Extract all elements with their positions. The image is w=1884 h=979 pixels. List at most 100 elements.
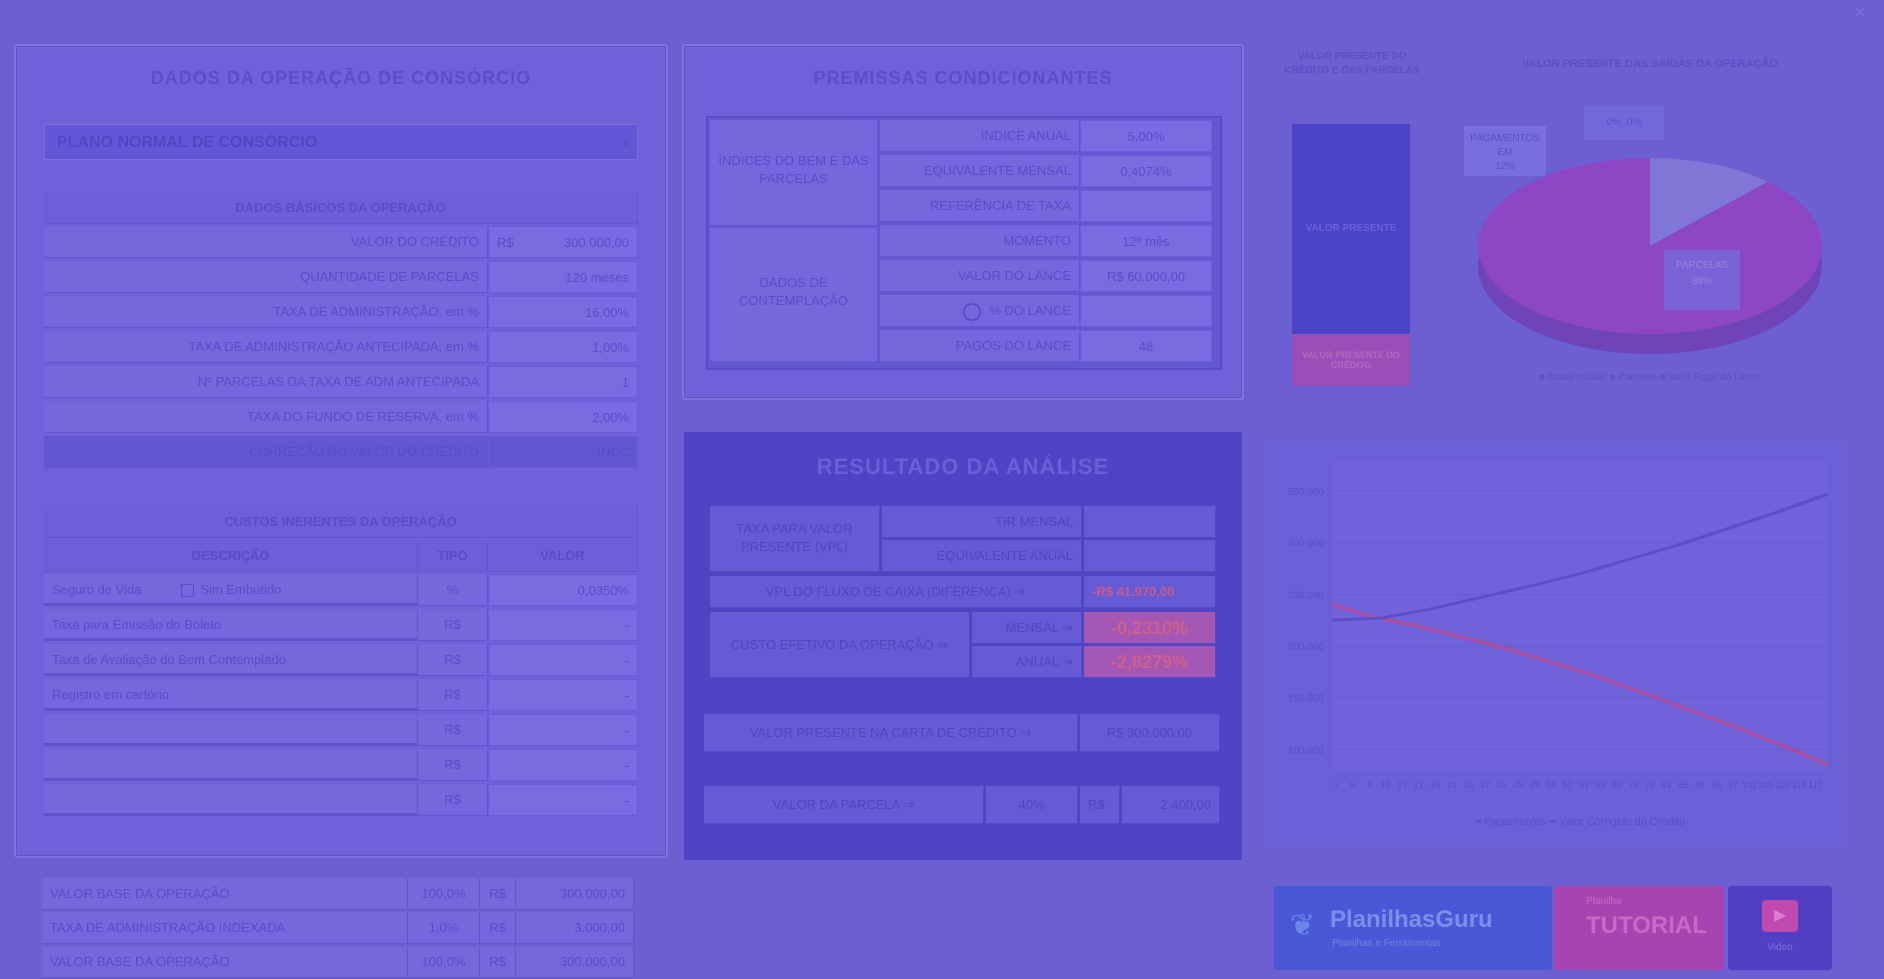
cost-row-desc[interactable] bbox=[44, 714, 418, 746]
basic-row-number: 300.000,00 bbox=[563, 235, 629, 250]
parcela-cur: R$ bbox=[1080, 786, 1120, 824]
basic-row-value[interactable]: 16,00% bbox=[488, 296, 638, 328]
plan-select[interactable]: PLANO NORMAL DE CONSÓRCIO ▾ bbox=[44, 124, 638, 160]
premissa-label-text: PAGOS DO LANCE bbox=[955, 338, 1071, 353]
premissa-label: % DO LANCE bbox=[880, 295, 1080, 327]
cost-desc-text: Registro em cartório bbox=[52, 687, 170, 702]
x-tick-label: 81 bbox=[1662, 780, 1672, 790]
basic-row-number: INCC bbox=[597, 445, 629, 460]
pie-label-small: PAGAMENTOS EM 12% bbox=[1464, 126, 1546, 176]
cost-row-desc[interactable]: Taxa para Emissão do Boleto bbox=[44, 609, 418, 641]
result-title: RESULTADO DA ANÁLISE bbox=[816, 454, 1110, 479]
basic-row-value[interactable]: R$ 300.000,00 bbox=[488, 226, 638, 258]
footer-row-value: 300.000,00 bbox=[516, 946, 634, 978]
bar-chart-title: VALOR PRESENTE DO CRÉDITO E DAS PARCELAS bbox=[1284, 51, 1420, 76]
cost-row-tipo[interactable]: R$ bbox=[418, 784, 488, 816]
parcela-pct: 40% bbox=[986, 786, 1078, 824]
ad-planilhas-guru[interactable]: ❦ PlanilhasGuru Planilhas e Ferramentas bbox=[1274, 886, 1552, 970]
premissa-value[interactable] bbox=[1080, 190, 1212, 222]
pie-label-zero: 0% 0% bbox=[1584, 106, 1664, 140]
basic-row-number: 16,00% bbox=[584, 305, 629, 320]
checkbox-icon bbox=[181, 584, 195, 598]
x-tick-label: 93 bbox=[1711, 780, 1721, 790]
ad3-label: Video bbox=[1767, 942, 1793, 953]
premissa-label: EQUIVALENTE MENSAL bbox=[880, 155, 1080, 187]
cost-row-desc[interactable]: Registro em cartório bbox=[44, 679, 418, 711]
line-chart-panel: 350.000 300.000 250.000 200.000 150.000 100.0… bbox=[1262, 440, 1848, 852]
costs-header: CUSTOS INERENTES DA OPERAÇÃO bbox=[44, 506, 638, 538]
ad-tutorial[interactable]: TUTORIAL Planilha bbox=[1554, 886, 1724, 970]
x-tick-label: 109 bbox=[1775, 780, 1790, 790]
ad-video[interactable]: ▶ Video bbox=[1728, 886, 1832, 970]
cost-row-tipo[interactable]: % bbox=[418, 574, 488, 606]
x-tick-label: 25 bbox=[1430, 780, 1440, 790]
cost-row-valor[interactable]: - bbox=[488, 679, 638, 711]
plan-select-value: PLANO NORMAL DE CONSÓRCIO bbox=[57, 134, 318, 151]
premissas-group-contemplacao: DADOS DE CONTEMPLAÇÃO bbox=[710, 228, 878, 362]
cost-row-valor[interactable]: - bbox=[488, 644, 638, 676]
tir-label: TIR MENSAL bbox=[882, 506, 1082, 538]
info-icon[interactable] bbox=[963, 302, 982, 321]
operation-data-panel: DADOS DA OPERAÇÃO DE CONSÓRCIO PLANO NOR… bbox=[14, 44, 668, 858]
premissa-label: REFERÊNCIA DE TAXA bbox=[880, 190, 1080, 222]
premissa-label-text: EQUIVALENTE MENSAL bbox=[923, 163, 1071, 178]
x-tick-label: 17 bbox=[1397, 780, 1407, 790]
footer-row-cur: R$ bbox=[480, 912, 516, 944]
cost-row-tipo[interactable]: R$ bbox=[418, 749, 488, 781]
anual-value: -2,8279% bbox=[1084, 646, 1216, 678]
premissa-value[interactable]: 12º mês bbox=[1080, 225, 1212, 257]
line-chart-svg: 350.000 300.000 250.000 200.000 150.000 100.0… bbox=[1288, 460, 1829, 828]
vpl-rate-label: TAXA PARA VALOR PRESENTE (VPL) bbox=[710, 506, 880, 572]
costs-col-tipo: TIPO bbox=[418, 540, 488, 572]
y-tick-label: 200.000 bbox=[1288, 642, 1325, 653]
basic-row-value[interactable]: 1,00% bbox=[488, 331, 638, 363]
vpl-label: VPL DO FLUXO DE CAIXA (DIFERENÇA) ⇒ bbox=[710, 576, 1082, 608]
x-tick-label: 37 bbox=[1480, 780, 1490, 790]
cost-row-valor[interactable]: - bbox=[488, 714, 638, 746]
plot-area bbox=[1332, 460, 1828, 770]
cost-row-desc[interactable] bbox=[44, 749, 418, 781]
x-tick-label: 113 bbox=[1792, 780, 1806, 790]
basic-row-number: 1 bbox=[621, 375, 629, 390]
premissa-label: PAGOS DO LANCE bbox=[880, 330, 1080, 362]
parcela-label: VALOR DA PARCELA ⇒ bbox=[704, 786, 984, 824]
cost-row-tipo[interactable]: R$ bbox=[418, 609, 488, 641]
premissa-value[interactable] bbox=[1080, 295, 1212, 327]
cost-row-valor[interactable]: - bbox=[488, 784, 638, 816]
footer-row-label: TAXA DE ADMINISTRAÇÃO INDEXADA bbox=[42, 912, 408, 944]
basic-row-prefix: R$ bbox=[497, 235, 514, 250]
custo-label: CUSTO EFETIVO DA OPERAÇÃO ⇒ bbox=[710, 612, 970, 678]
cost-row-desc[interactable]: Taxa de Avaliação do Bem Contemplado bbox=[44, 644, 418, 676]
line-legend: ━ Pagamentos ━ Valor Corrigido do Crédit… bbox=[1474, 816, 1686, 828]
result-panel: RESULTADO DA ANÁLISE TAXA PARA VALOR PRE… bbox=[682, 430, 1244, 862]
cost-row-valor[interactable]: 0,0350% bbox=[488, 574, 638, 606]
premissas-group-indices: ÍNDICES DO BEM E DAS PARCELAS bbox=[710, 120, 878, 226]
premissa-label-text: ÍNDICE ANUAL bbox=[980, 128, 1071, 143]
premissa-label: ÍNDICE ANUAL bbox=[880, 120, 1080, 152]
basic-row-label: TAXA DE ADMINISTRAÇÃO ANTECIPADA, em % bbox=[44, 331, 488, 363]
premissa-value[interactable]: 48 bbox=[1080, 330, 1212, 362]
chevron-down-icon: ▾ bbox=[622, 136, 629, 150]
cost-row-valor[interactable]: - bbox=[488, 749, 638, 781]
premissa-value[interactable]: 5,00% bbox=[1080, 120, 1212, 152]
pie-legend: ■ Taxas Iniciais ■ Parcelas ■ Valor Pago… bbox=[1538, 372, 1762, 383]
premissa-value[interactable]: R$ 60.000,00 bbox=[1080, 260, 1212, 292]
cost-row-valor[interactable]: - bbox=[488, 609, 638, 641]
basic-row-value[interactable]: INCC bbox=[488, 436, 638, 468]
x-tick-label: 1 bbox=[1334, 780, 1339, 790]
cost-row-desc[interactable]: Seguro de Vida Sim Embutido bbox=[44, 574, 418, 606]
basic-row-number: 2,00% bbox=[592, 410, 629, 425]
cost-row-tipo[interactable]: R$ bbox=[418, 679, 488, 711]
premissas-panel: PREMISSAS CONDICIONANTES ÍNDICES DO BEM … bbox=[682, 44, 1244, 400]
premissa-value[interactable]: 0,4074% bbox=[1080, 155, 1212, 187]
basic-row-value[interactable]: 2,00% bbox=[488, 401, 638, 433]
cost-row-tipo[interactable]: R$ bbox=[418, 644, 488, 676]
cost-row-tipo[interactable]: R$ bbox=[418, 714, 488, 746]
basic-row-value[interactable]: 1 bbox=[488, 366, 638, 398]
cost-row-desc[interactable] bbox=[44, 784, 418, 816]
close-icon[interactable]: ✕ bbox=[1852, 4, 1868, 20]
basic-row-value[interactable]: 120 meses bbox=[488, 261, 638, 293]
bar-segment-top: VALOR PRESENTE bbox=[1292, 124, 1410, 334]
cost-checkbox[interactable]: Sim Embutido bbox=[181, 574, 281, 603]
y-tick-label: 250.000 bbox=[1288, 590, 1325, 601]
